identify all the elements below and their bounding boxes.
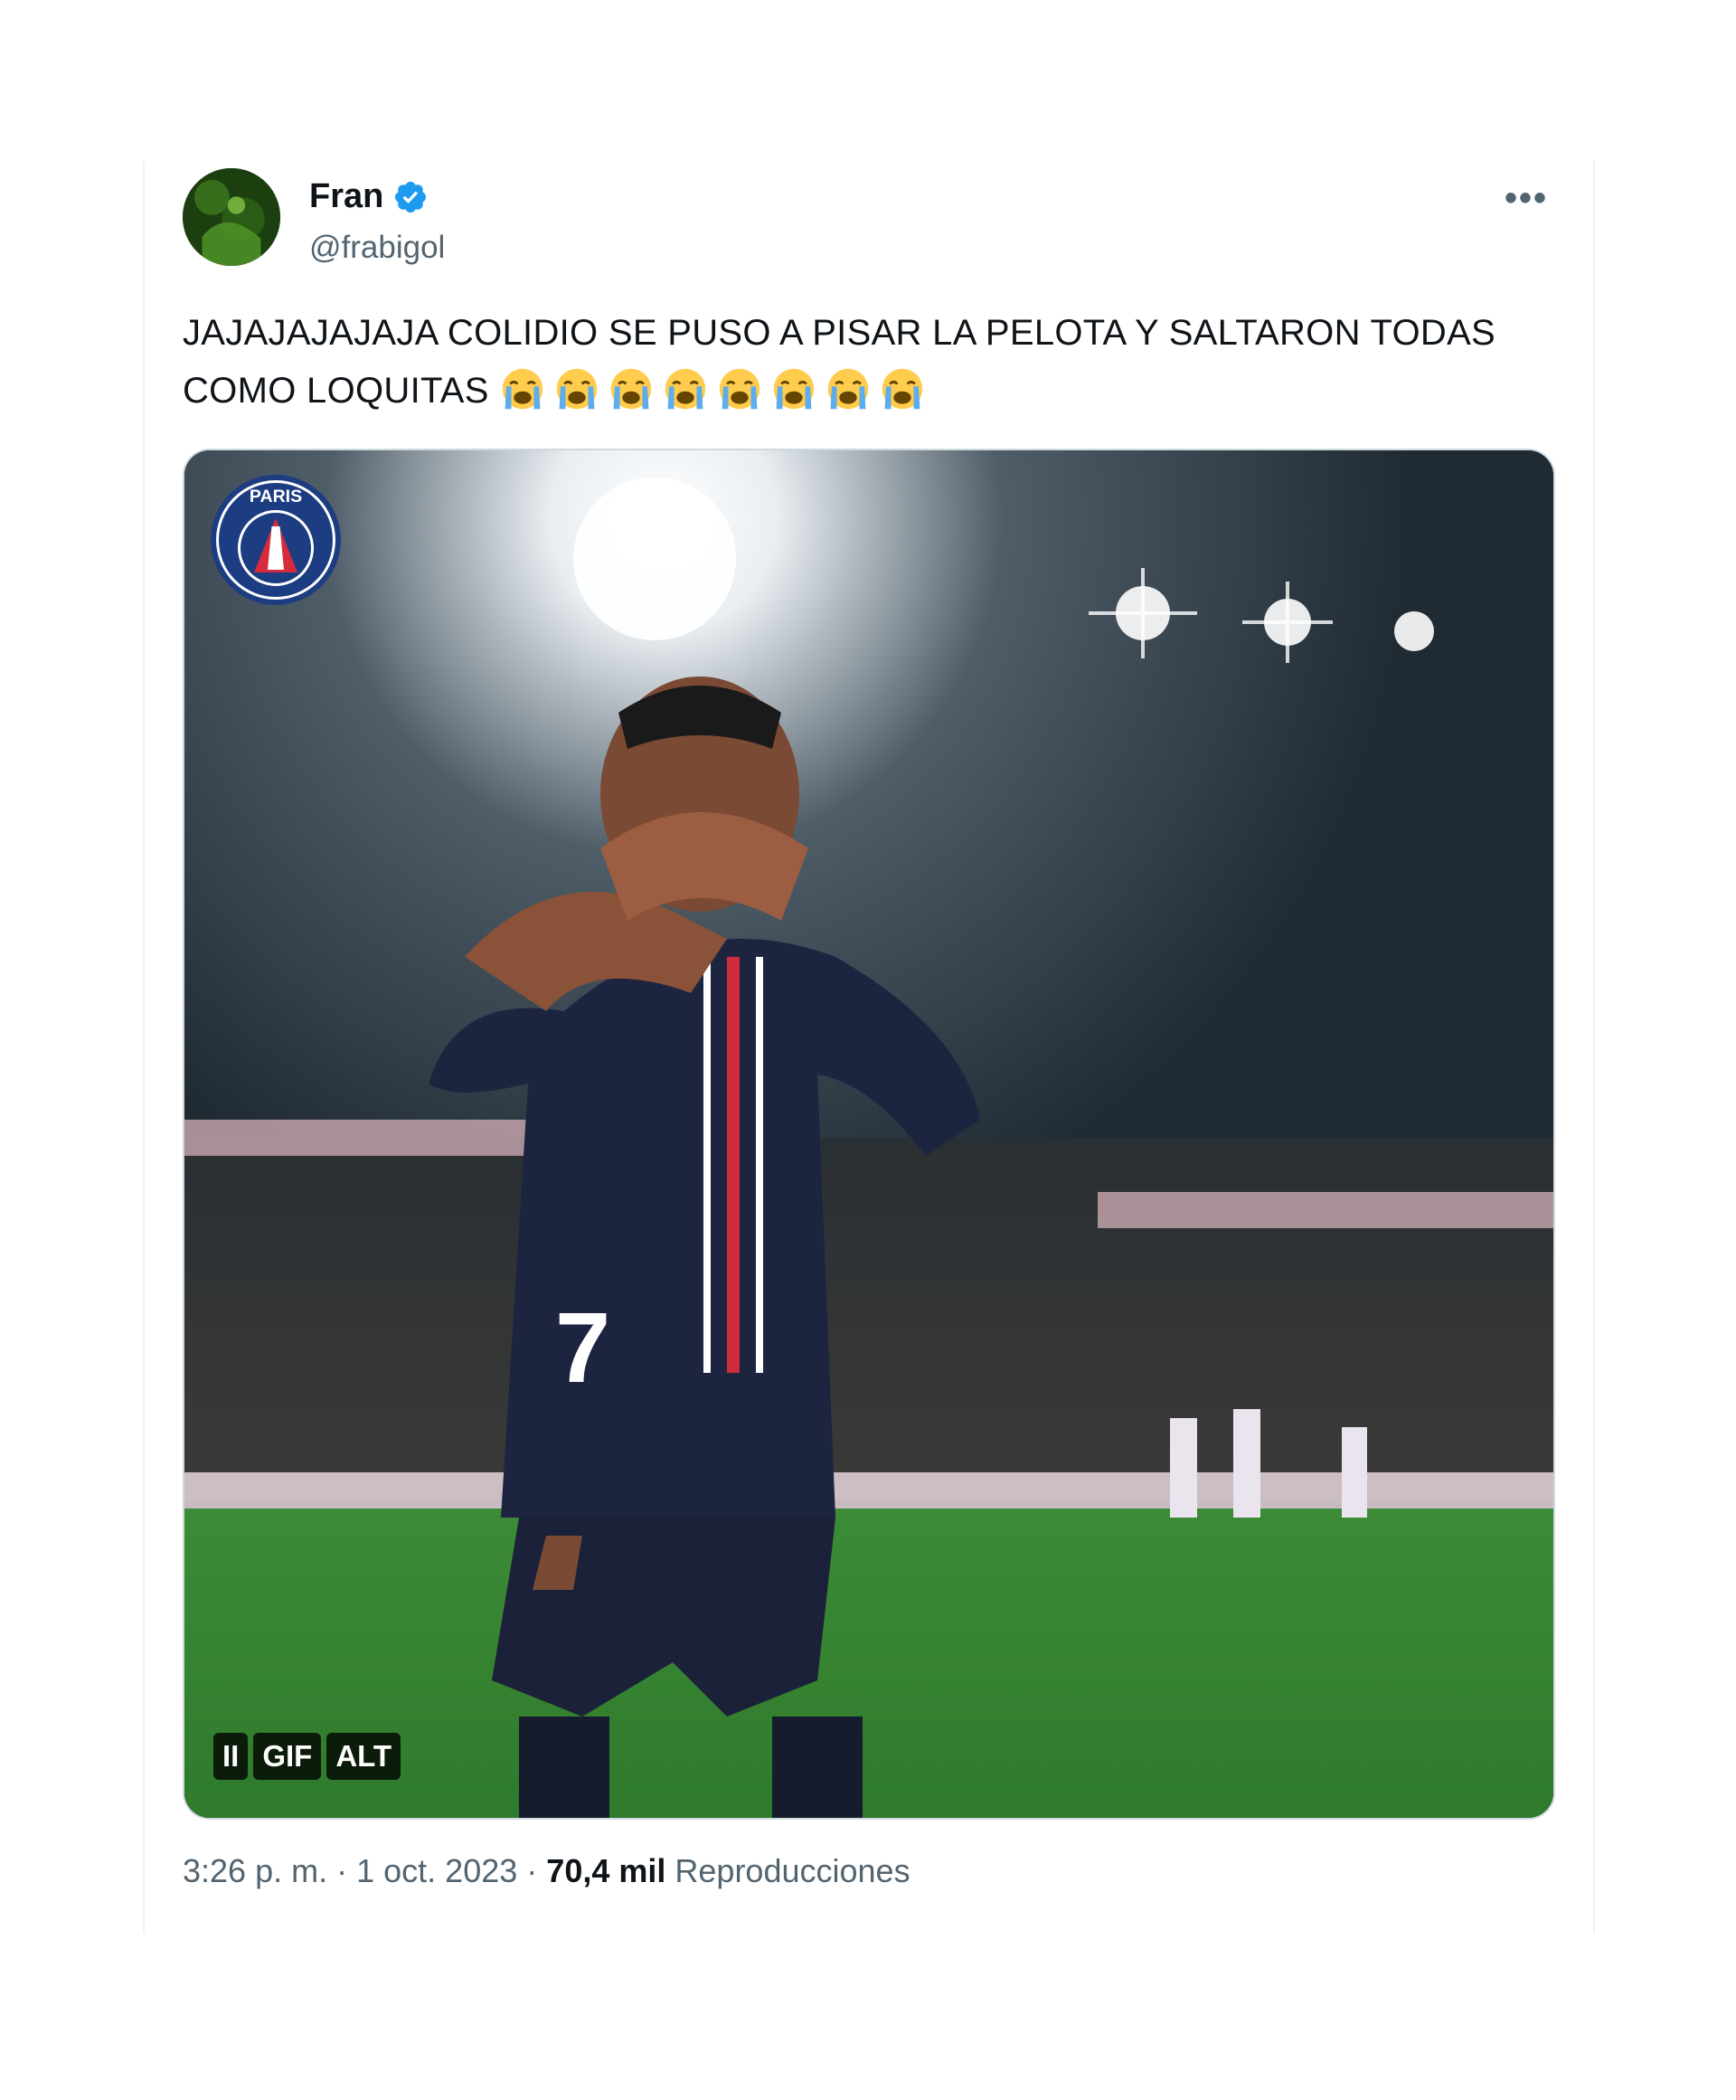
user-handle[interactable]: @frabigol [309, 230, 445, 266]
tweet-media-gif[interactable]: 7 PARIS II GIF ALT [183, 449, 1555, 1820]
media-controls: II GIF ALT [213, 1733, 401, 1780]
loudly-crying-face-icon [827, 368, 869, 410]
emoji-row [499, 368, 933, 411]
verified-badge-icon [395, 181, 427, 213]
tweet-text: JAJAJAJAJAJA COLIDIO SE PUSO A PISAR LA … [183, 304, 1539, 420]
tweet-time[interactable]: 3:26 p. m. [183, 1852, 327, 1889]
views-label: Reproducciones [675, 1852, 910, 1889]
more-options-icon[interactable]: ••• [1505, 180, 1548, 216]
alt-text-button[interactable]: ALT [326, 1733, 401, 1780]
loudly-crying-face-icon [556, 368, 598, 410]
loudly-crying-face-icon [502, 368, 543, 410]
tweet-date[interactable]: 1 oct. 2023 [356, 1852, 517, 1889]
psg-logo-icon: PARIS [211, 475, 341, 605]
separator: · [526, 1852, 538, 1889]
tweet-card: Fran @frabigol ••• JAJAJAJAJAJA COLIDIO … [143, 161, 1595, 1934]
media-frame: 7 [184, 450, 1553, 1818]
pause-button[interactable]: II [213, 1733, 249, 1780]
view-count: 70,4 mil [546, 1852, 666, 1889]
tweet-metadata: 3:26 p. m. · 1 oct. 2023 · 70,4 mil Repr… [183, 1852, 910, 1890]
loudly-crying-face-icon [719, 368, 760, 410]
avatar[interactable] [183, 168, 280, 266]
separator: · [336, 1852, 348, 1889]
gif-badge: GIF [253, 1733, 322, 1780]
loudly-crying-face-icon [665, 368, 706, 410]
user-name-row: Fran [309, 177, 429, 216]
avatar-image [183, 168, 280, 266]
jersey-number: 7 [555, 1292, 610, 1404]
psg-logo-text: PARIS [250, 487, 302, 506]
loudly-crying-face-icon [610, 368, 652, 410]
loudly-crying-face-icon [882, 368, 923, 410]
loudly-crying-face-icon [773, 368, 815, 410]
display-name[interactable]: Fran [309, 177, 383, 216]
